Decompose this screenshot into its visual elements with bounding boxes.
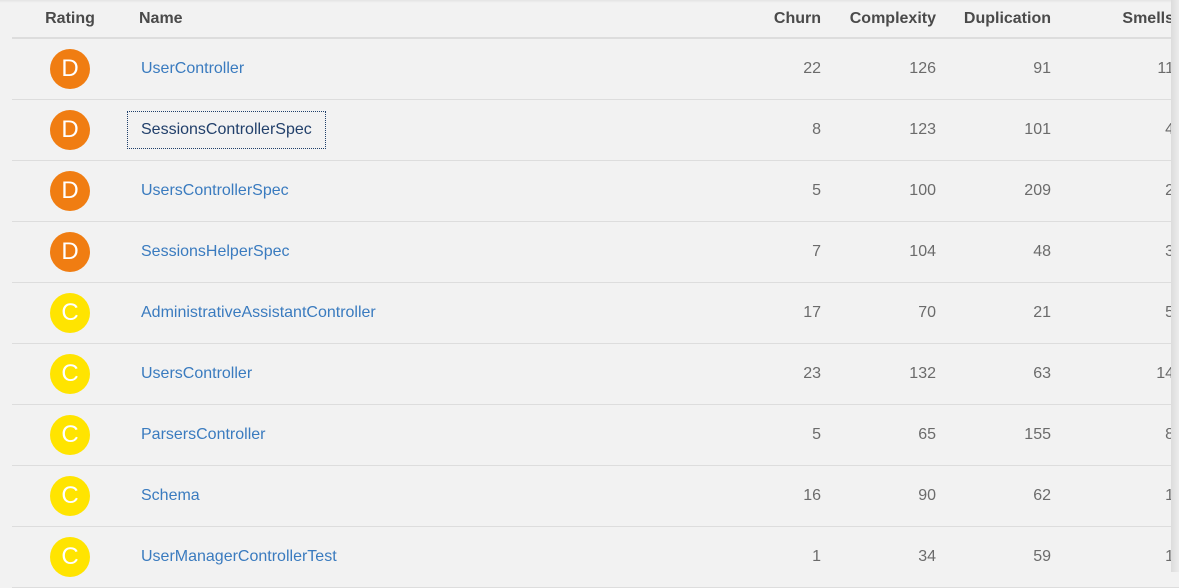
duplication-value: 155 (936, 404, 1051, 466)
churn-value: 17 (677, 282, 821, 344)
rating-badge: D (50, 171, 90, 211)
name-cell: UsersControllerSpec (127, 160, 677, 222)
rating-badge: C (50, 415, 90, 455)
class-name-link[interactable]: UserManagerControllerTest (127, 538, 351, 576)
churn-value: 7 (677, 221, 821, 283)
rating-badge: C (50, 537, 90, 577)
complexity-value: 90 (821, 465, 936, 527)
table-row[interactable]: C UserManagerControllerTest 1 34 59 1 (12, 526, 1179, 588)
class-name-link[interactable]: UsersController (127, 355, 266, 393)
churn-value: 22 (677, 38, 821, 100)
complexity-value: 100 (821, 160, 936, 222)
class-name-link[interactable]: ParsersController (127, 416, 279, 454)
rating-cell: D (12, 221, 128, 283)
name-cell: Schema (127, 465, 677, 527)
table-header: Rating Name Churn Complexity Duplication… (12, 0, 1179, 39)
duplication-value: 101 (936, 99, 1051, 161)
churn-value: 5 (677, 160, 821, 222)
rating-cell: D (12, 38, 128, 100)
class-name-link[interactable]: SessionsHelperSpec (127, 233, 304, 271)
churn-value: 16 (677, 465, 821, 527)
rating-badge: D (50, 232, 90, 272)
rating-badge: D (50, 110, 90, 150)
duplication-value: 21 (936, 282, 1051, 344)
duplication-value: 59 (936, 526, 1051, 588)
table-row[interactable]: C Schema 16 90 62 1 (12, 465, 1179, 527)
rating-cell: C (12, 282, 128, 344)
class-name-link[interactable]: UserController (127, 50, 258, 88)
table-row[interactable]: C ParsersController 5 65 155 8 (12, 404, 1179, 466)
complexity-value: 126 (821, 38, 936, 100)
complexity-value: 34 (821, 526, 936, 588)
name-cell: ParsersController (127, 404, 677, 466)
rating-cell: D (12, 160, 128, 222)
header-row: Rating Name Churn Complexity Duplication… (12, 0, 1179, 39)
churn-value: 8 (677, 99, 821, 161)
smells-value: 14 (1051, 343, 1179, 405)
class-name-link[interactable]: UsersControllerSpec (127, 172, 303, 210)
rating-badge: C (50, 476, 90, 516)
class-name-link[interactable]: SessionsControllerSpec (127, 111, 326, 149)
smells-value: 1 (1051, 526, 1179, 588)
class-name-link[interactable]: Schema (127, 477, 214, 515)
rating-column-header[interactable]: Rating (12, 0, 128, 39)
complexity-value: 104 (821, 221, 936, 283)
rating-badge: D (50, 49, 90, 89)
scrollbar-track[interactable] (1171, 0, 1179, 572)
rating-badge: C (50, 293, 90, 333)
name-column-header[interactable]: Name (128, 0, 677, 39)
smells-value: 11 (1051, 38, 1179, 100)
name-cell: SessionsHelperSpec (127, 221, 677, 283)
rating-cell: C (12, 465, 128, 527)
complexity-value: 65 (821, 404, 936, 466)
complexity-value: 70 (821, 282, 936, 344)
churn-value: 1 (677, 526, 821, 588)
table-row[interactable]: D SessionsHelperSpec 7 104 48 3 (12, 221, 1179, 283)
churn-value: 5 (677, 404, 821, 466)
complexity-value: 123 (821, 99, 936, 161)
table-row[interactable]: D UserController 22 126 91 11 (12, 38, 1179, 100)
table-row[interactable]: C UsersController 23 132 63 14 (12, 343, 1179, 405)
rating-cell: C (12, 526, 128, 588)
smells-value: 2 (1051, 160, 1179, 222)
duplication-value: 63 (936, 343, 1051, 405)
rating-badge: C (50, 354, 90, 394)
class-name-link[interactable]: AdministrativeAssistantController (127, 294, 390, 332)
name-cell: UserManagerControllerTest (127, 526, 677, 588)
smells-value: 3 (1051, 221, 1179, 283)
table-body: D UserController 22 126 91 11 D SessionsControl… (12, 38, 1179, 588)
smells-column-header[interactable]: Smells (1051, 0, 1179, 39)
duplication-value: 62 (936, 465, 1051, 527)
name-cell: UsersController (127, 343, 677, 405)
table-row[interactable]: D SessionsControllerSpec 8 123 101 4 (12, 99, 1179, 161)
smells-value: 5 (1051, 282, 1179, 344)
complexity-column-header[interactable]: Complexity (821, 0, 936, 39)
duplication-value: 209 (936, 160, 1051, 222)
table-row[interactable]: C AdministrativeAssistantController 17 70 21… (12, 282, 1179, 344)
rating-cell: D (12, 99, 128, 161)
churn-value: 23 (677, 343, 821, 405)
duplication-value: 48 (936, 221, 1051, 283)
rating-cell: C (12, 343, 128, 405)
name-cell: UserController (128, 38, 677, 100)
name-cell: AdministrativeAssistantController (127, 282, 677, 344)
churn-column-header[interactable]: Churn (677, 0, 821, 39)
duplication-column-header[interactable]: Duplication (936, 0, 1051, 39)
complexity-value: 132 (821, 343, 936, 405)
table-row[interactable]: D UsersControllerSpec 5 100 209 2 (12, 160, 1179, 222)
name-cell: SessionsControllerSpec (127, 99, 677, 161)
smells-value: 8 (1051, 404, 1179, 466)
smells-value: 1 (1051, 465, 1179, 527)
code-quality-table: Rating Name Churn Complexity Duplication… (12, 0, 1179, 588)
rating-cell: C (12, 404, 128, 466)
duplication-value: 91 (936, 38, 1051, 100)
smells-value: 4 (1051, 99, 1179, 161)
